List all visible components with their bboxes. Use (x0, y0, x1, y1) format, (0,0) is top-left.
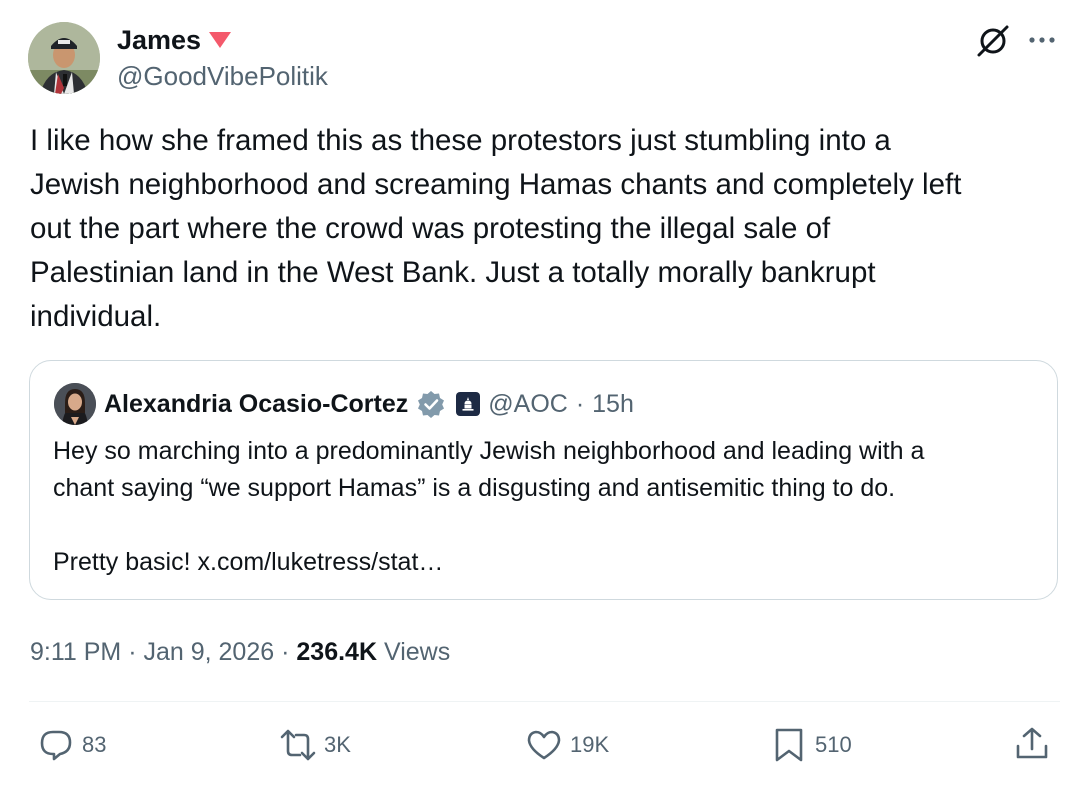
views-count: 236.4K (296, 638, 378, 666)
quote-author-avatar (54, 383, 96, 425)
tweet-meta: 9:11 PM · Jan 9, 2026 · 236.4K Views (30, 634, 450, 670)
reply-icon (40, 730, 72, 761)
repost-count: 3K (324, 732, 351, 757)
reply-button[interactable]: 83 (38, 726, 106, 764)
author-handle[interactable]: @GoodVibePolitik (117, 60, 328, 92)
like-button[interactable]: 19K (526, 726, 609, 764)
reply-count: 83 (82, 732, 107, 757)
quote-timestamp[interactable]: 15h (592, 387, 634, 421)
bookmark-button[interactable]: 510 (771, 726, 852, 764)
meta-separator: · (281, 638, 290, 666)
quote-text: Hey so marching into a predominantly Jew… (53, 437, 925, 576)
quoted-tweet[interactable]: Alexandria Ocasio-Cortez @AOC · 15h Hey … (29, 360, 1058, 600)
author-display-name[interactable]: James (117, 24, 201, 56)
government-badge-icon[interactable] (456, 392, 481, 416)
verified-icon[interactable] (416, 389, 446, 419)
red-triangle-icon (209, 32, 232, 48)
quote-header: Alexandria Ocasio-Cortez @AOC · 15h (104, 387, 634, 421)
tweet-card: James @GoodVibePolitik I like how she fr… (0, 0, 1089, 787)
author-name-row[interactable]: James (117, 24, 233, 56)
tweet-date[interactable]: Jan 9, 2026 (143, 638, 274, 666)
like-count: 19K (570, 732, 610, 757)
bookmark-icon (775, 728, 803, 762)
views-label: Views (383, 638, 451, 666)
author-avatar[interactable] (28, 22, 100, 94)
like-icon (527, 730, 561, 760)
quote-author-name[interactable]: Alexandria Ocasio-Cortez (104, 387, 408, 421)
quote-author-handle[interactable]: @AOC (488, 387, 568, 421)
share-icon (1016, 727, 1048, 759)
meta-separator: · (128, 638, 137, 666)
bookmark-count: 510 (815, 732, 852, 757)
repost-button[interactable]: 3K (280, 726, 351, 764)
tweet-time[interactable]: 9:11 PM (30, 638, 121, 666)
share-button[interactable] (1014, 726, 1050, 762)
divider (29, 701, 1060, 702)
more-icon[interactable] (1026, 26, 1058, 54)
grok-icon[interactable] (976, 24, 1010, 58)
quote-separator: · (575, 390, 585, 418)
tweet-text: I like how she framed this as these prot… (30, 124, 962, 333)
repost-icon (280, 729, 316, 761)
